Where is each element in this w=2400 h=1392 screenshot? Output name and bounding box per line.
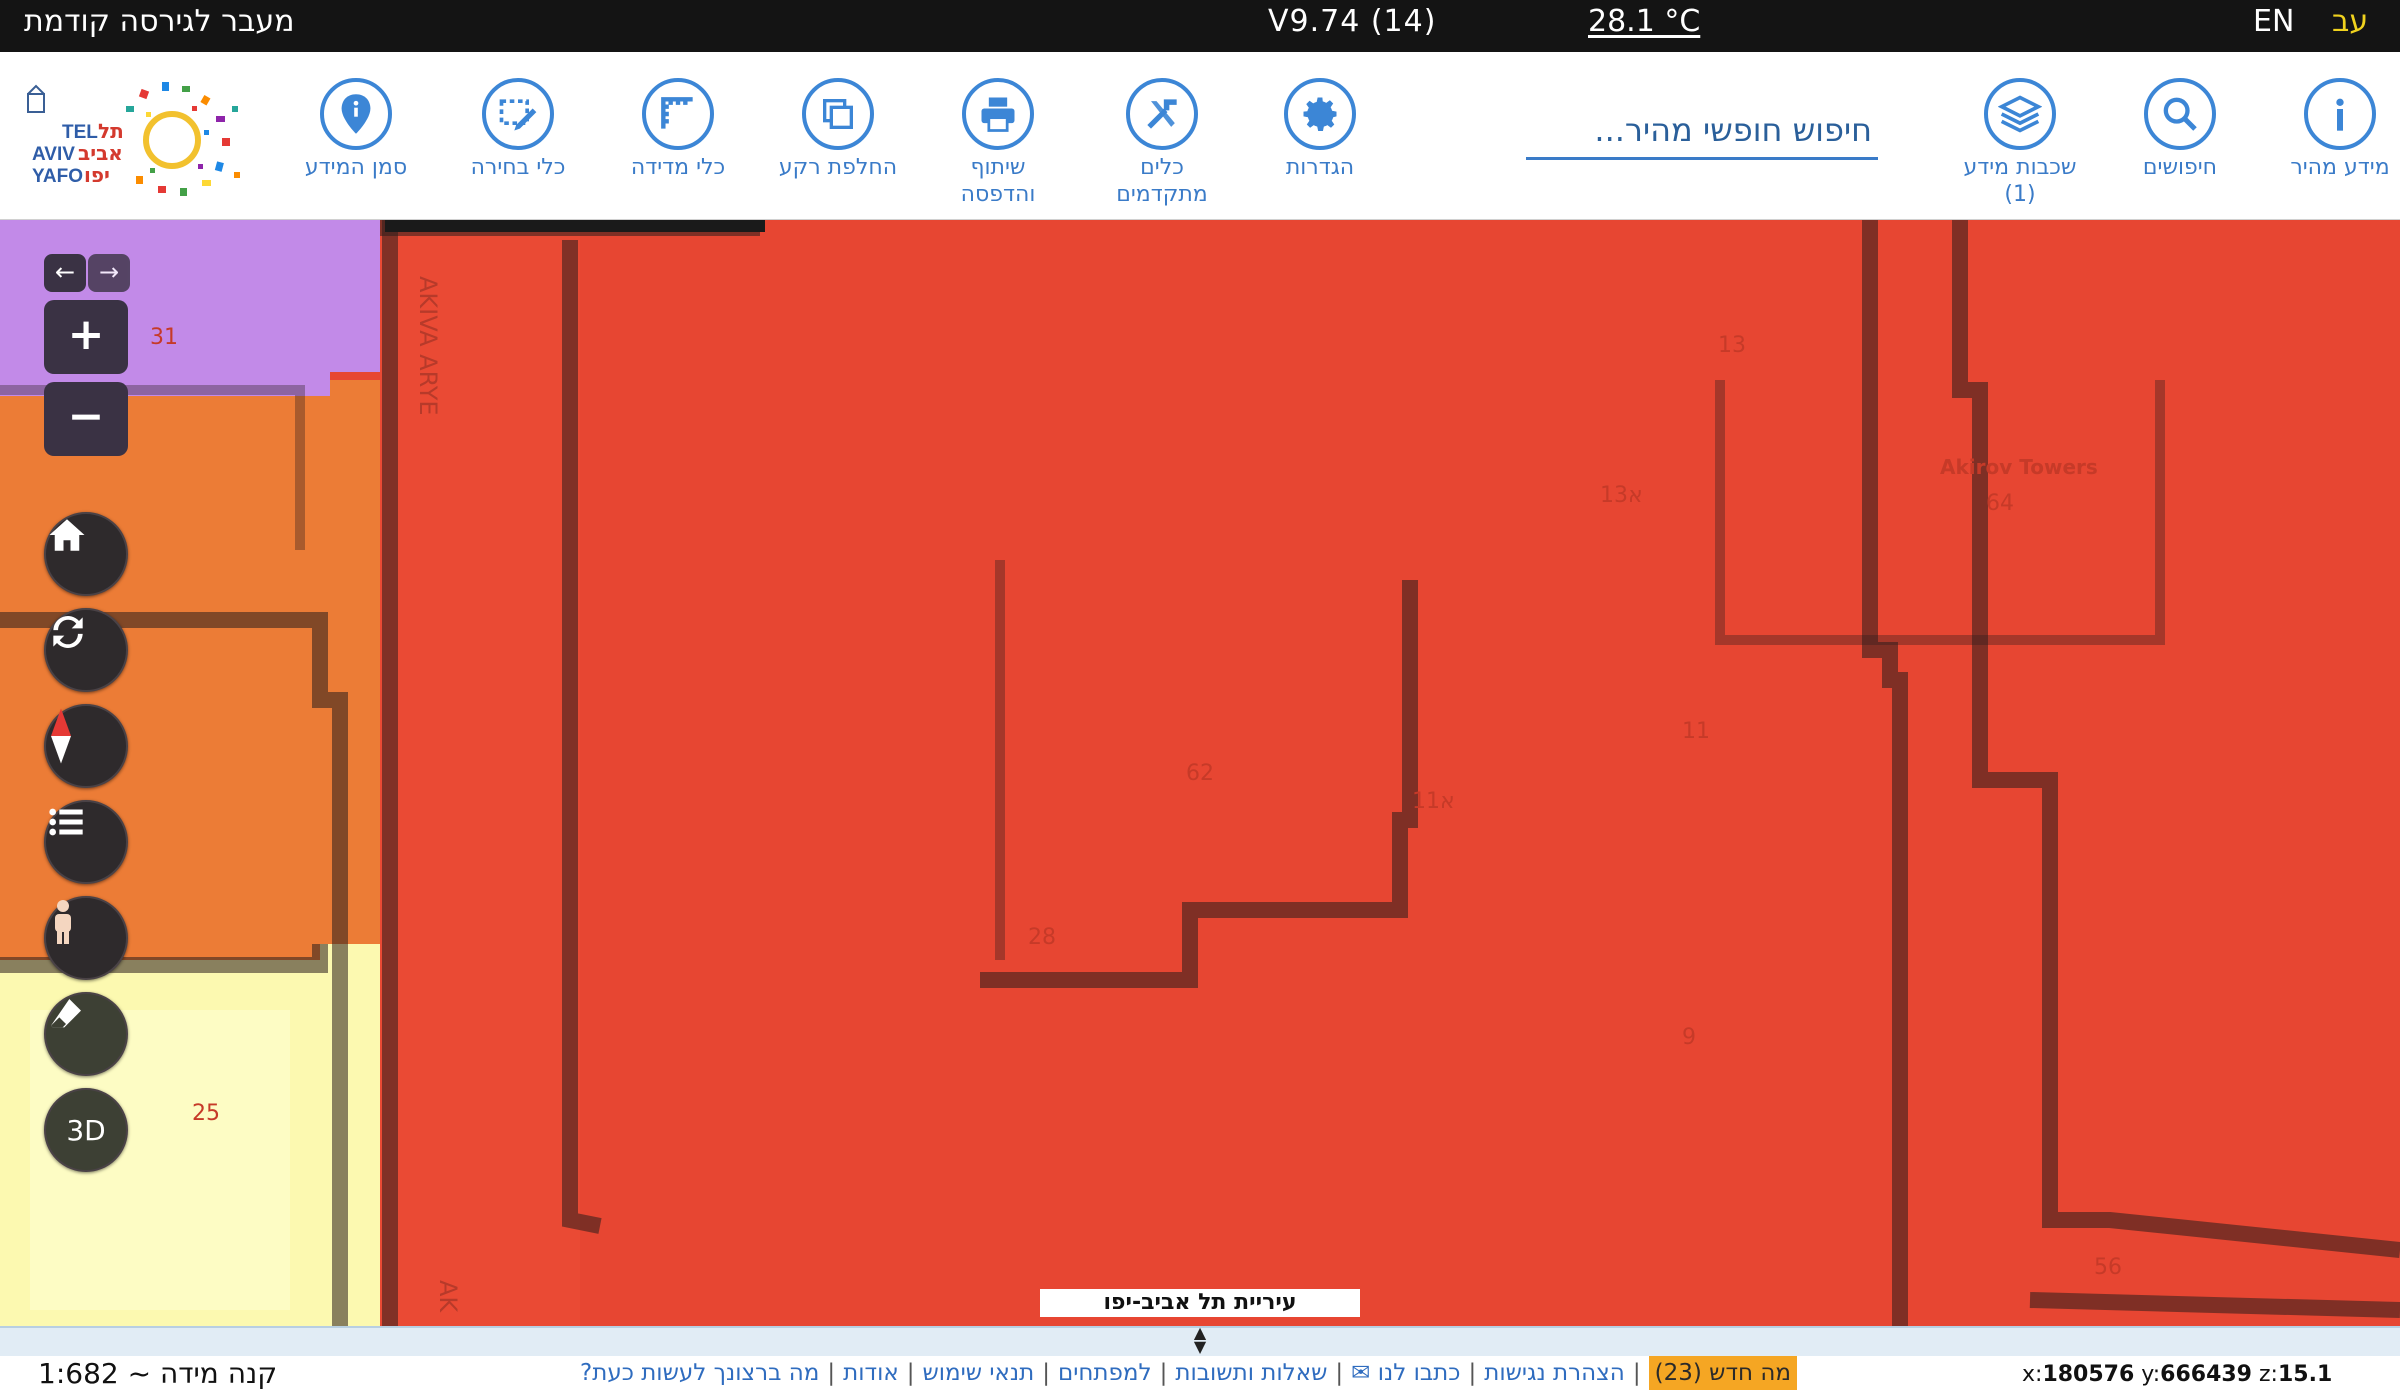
svg-text:AVIV: AVIV [32,144,75,165]
basemap-icon [802,78,874,150]
parcel-number: 11א [1412,789,1455,814]
legend-list-button[interactable] [44,800,128,884]
building-label-akirov-towers: Akirov Towers [1940,455,2098,479]
parcel-number: 28 [1028,925,1056,950]
parcel-number: 64 [1986,491,2014,516]
map-top-dark-strip [385,220,765,232]
ruler-icon [642,78,714,150]
zoom-out-button[interactable]: − [44,382,128,456]
layers-icon [1984,78,2056,150]
parcel-number: 11 [1682,719,1710,744]
info-icon [2304,78,2376,150]
map-scale: קנה מידה ~ 1:682 [38,1357,278,1390]
coord-x: 180576 [2042,1362,2135,1387]
forward-arrow-button[interactable]: → [88,254,130,292]
quick-search[interactable] [1526,102,1878,160]
link-separator: | [906,1360,915,1386]
footer-link[interactable]: מה ברצונך לעשות כעת? [580,1356,819,1390]
language-hebrew-button[interactable]: עב [2332,0,2368,52]
printer-icon [962,78,1034,150]
footer-link[interactable]: תנאי שימוש [922,1356,1034,1390]
gear-icon [1284,78,1356,150]
language-english-button[interactable]: EN [2253,0,2294,52]
footer-link[interactable]: מה חדש (23) [1648,1356,1797,1390]
coordinates-readout: x:180576 y:666439 z:15.1 [2022,1362,2333,1387]
temperature-link[interactable]: 28.1 °C [1588,0,1700,52]
footer-link[interactable]: הצהרת נגישות [1484,1356,1625,1390]
home-icon [49,519,85,551]
tel-aviv-logo[interactable]: TEL AVIV YAFO תל אביב יפו [22,76,252,202]
footer-link[interactable]: כתבו לנו ✉ [1351,1356,1460,1390]
link-separator: | [1335,1360,1344,1386]
back-arrow-button[interactable]: ← [44,254,86,292]
coord-z: 15.1 [2277,1362,2333,1387]
refresh-button[interactable] [44,608,128,692]
link-separator: | [827,1360,836,1386]
tool-sublabel: (1) [2004,182,2036,207]
link-separator: | [1042,1360,1050,1386]
pegman-icon [55,900,71,944]
magnifier-icon [2144,78,2216,150]
footer-link[interactable]: למפתחים [1058,1356,1152,1390]
parcel-number: 13א [1600,483,1643,508]
version-label: V9.74 (14) [1268,4,1437,39]
footer-link[interactable]: שאלות ותשובות [1175,1356,1327,1390]
tool-sublabel: והדפסה [960,182,1036,207]
svg-text:TEL: TEL [62,122,98,143]
link-separator: | [1468,1360,1477,1386]
street-label-akiva-arye: AKIVA ARYE [414,276,442,416]
select-pencil-icon [482,78,554,150]
eraser-button[interactable] [44,992,128,1076]
compass-icon [51,708,71,764]
svg-text:אביב: אביב [78,141,123,165]
parcel-number: 13 [1718,333,1746,358]
previous-version-link[interactable]: מעבר לגירסה קודמת [24,0,295,52]
link-separator: | [1632,1360,1641,1386]
quick-search-input[interactable] [1526,102,1878,157]
refresh-icon [53,616,83,648]
3d-button[interactable]: 3D [44,1088,128,1172]
tools-icon [1126,78,1198,150]
link-separator: | [1159,1360,1168,1386]
svg-text:תל: תל [98,119,124,143]
pin-icon [320,78,392,150]
logo-graphic: TEL AVIV YAFO תל אביב יפו [27,82,240,196]
tool-info-marker-button[interactable]: סמן המידע [256,78,456,181]
city-attribution-label: עיריית תל אביב-יפו [1040,1289,1360,1317]
footer-link[interactable]: אודות [843,1356,899,1390]
map-view[interactable]: AKIVA ARYE AK Akirov Towers 31 13 13א 64… [0,220,2400,1326]
top-bar: מעבר לגירסה קודמת V9.74 (14) 28.1 °C EN … [0,0,2400,52]
parcel-number: 31 [150,325,178,350]
compass-button[interactable] [44,704,128,788]
list-icon [49,808,83,836]
footer-links: מה ברצונך לעשות כעת? | אודות | תנאי שימוש | למ… [580,1356,1797,1390]
confetti-burst [126,82,240,196]
street-label-ak: AK [434,1280,462,1313]
tool-label: שכבות מידע [1963,155,2077,180]
street-view-button[interactable] [44,896,128,980]
home-button[interactable] [44,512,128,596]
eraser-icon [51,999,81,1028]
coord-y: 666439 [2160,1362,2252,1387]
municipal-emblem-icon [27,84,45,113]
parcel-number: 25 [192,1101,220,1126]
parcel-number: 56 [2094,1255,2122,1280]
tool-label: סמן המידע [304,155,408,180]
parcel-number: 9 [1682,1025,1696,1050]
main-toolbar: TEL AVIV YAFO תל אביב יפו מידע מהיר חיפוש… [0,52,2400,220]
zoom-in-button[interactable]: + [44,300,128,374]
tool-layers-button[interactable]: שכבות מידע (1) [1920,78,2120,208]
map-canvas[interactable]: AKIVA ARYE AK Akirov Towers 31 13 13א 64… [0,220,2400,1326]
svg-text:יפו: יפו [84,163,110,187]
svg-text:YAFO: YAFO [32,166,83,187]
status-bar: קנה מידה ~ 1:682 מה ברצונך לעשות כעת? | או… [0,1356,2400,1392]
chevron-expand-icon[interactable]: ▲ ▼ [1188,1325,1212,1356]
parcel-number: 62 [1186,761,1214,786]
